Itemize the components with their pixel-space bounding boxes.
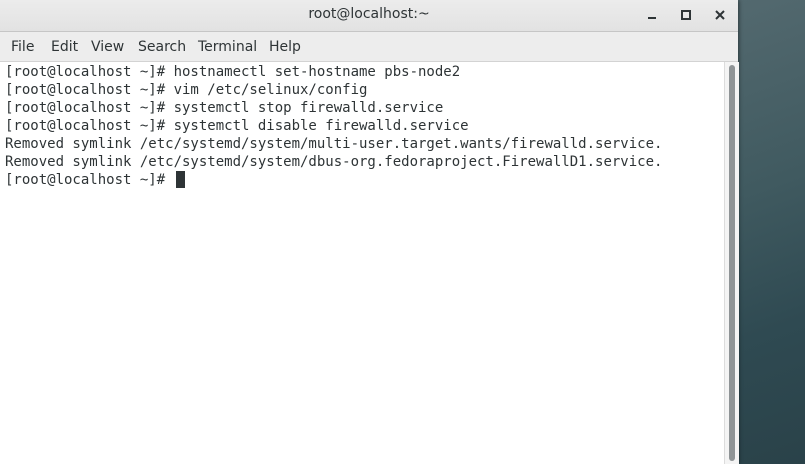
terminal-prompt-line: [root@localhost ~]# — [5, 172, 166, 188]
terminal-line: [root@localhost ~]# systemctl stop firew… — [5, 100, 444, 116]
menu-search[interactable]: Search — [138, 39, 186, 55]
desktop-background — [738, 0, 805, 464]
terminal-line: Removed symlink /etc/systemd/system/dbus… — [5, 154, 663, 170]
menu-help[interactable]: Help — [269, 39, 301, 55]
scrollbar-thumb[interactable] — [729, 65, 735, 461]
title-bar[interactable]: root@localhost:~ — [0, 0, 738, 32]
menu-terminal[interactable]: Terminal — [198, 39, 257, 55]
vertical-scrollbar[interactable] — [724, 62, 739, 464]
menu-bar: File Edit View Search Terminal Help — [0, 32, 738, 62]
menu-view[interactable]: View — [91, 39, 124, 55]
close-icon — [715, 10, 725, 20]
maximize-icon — [681, 10, 691, 20]
terminal-line: [root@localhost ~]# vim /etc/selinux/con… — [5, 82, 368, 98]
menu-edit[interactable]: Edit — [51, 39, 78, 55]
close-button[interactable] — [709, 4, 731, 26]
terminal-window: root@localhost:~ File Edit View Search T… — [0, 0, 739, 464]
menu-file[interactable]: File — [11, 39, 34, 55]
terminal-output[interactable]: [root@localhost ~]# hostnamectl set-host… — [0, 62, 724, 464]
maximize-button[interactable] — [675, 4, 697, 26]
window-title: root@localhost:~ — [308, 6, 430, 22]
minimize-icon — [648, 17, 656, 19]
text-cursor — [176, 171, 185, 188]
minimize-button[interactable] — [641, 4, 663, 26]
terminal-line: [root@localhost ~]# hostnamectl set-host… — [5, 64, 461, 80]
terminal-line: Removed symlink /etc/systemd/system/mult… — [5, 136, 663, 152]
terminal-line: [root@localhost ~]# systemctl disable fi… — [5, 118, 469, 134]
